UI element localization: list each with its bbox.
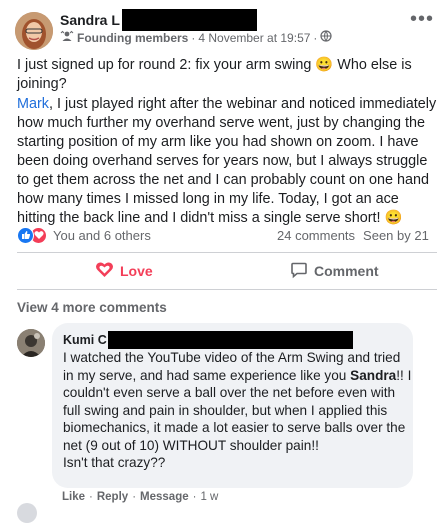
- comment-reply-link[interactable]: Reply: [97, 491, 128, 503]
- post-paragraph-2: Mark, I just played right after the webi…: [17, 95, 437, 228]
- comments-count[interactable]: 24 comments: [277, 228, 355, 243]
- globe-icon: [320, 30, 333, 45]
- comment-text: I watched the YouTube video of the Arm S…: [63, 349, 413, 472]
- comment-like-link[interactable]: Like: [62, 491, 85, 503]
- heart-icon: [95, 261, 114, 282]
- mention-link[interactable]: Mark: [17, 96, 49, 112]
- comment-time[interactable]: 1 w: [200, 491, 218, 503]
- comment-label: Comment: [314, 263, 379, 279]
- group-badge-icon: [60, 30, 74, 45]
- love-button[interactable]: Love: [95, 258, 153, 284]
- comment-button[interactable]: Comment: [290, 258, 379, 284]
- author-line: Sandra L: [60, 9, 257, 31]
- author-name[interactable]: Sandra L: [60, 12, 120, 28]
- comment-message-link[interactable]: Message: [140, 491, 189, 503]
- redaction-bar: [121, 9, 257, 31]
- reactions-count: You and 6 others: [53, 227, 151, 243]
- comment-author: Kumi C: [63, 331, 353, 349]
- comment-actions-separator: ·: [132, 491, 137, 503]
- comment-actions: Like · Reply · Message · 1 w: [62, 491, 218, 503]
- redaction-bar: [107, 331, 353, 349]
- comment-text-part: Isn't that crazy??: [63, 455, 166, 470]
- post-paragraph-1: I just signed up for round 2: fix your a…: [17, 57, 412, 92]
- like-reaction-icon: [17, 226, 34, 244]
- author-avatar[interactable]: [15, 12, 53, 50]
- comment-actions-separator: ·: [192, 491, 197, 503]
- meta-separator: ·: [313, 30, 318, 45]
- commenter-avatar[interactable]: [17, 329, 45, 357]
- post-card: Sandra L Founding members · 4 November a…: [0, 0, 437, 523]
- comment-mention[interactable]: Sandra: [350, 368, 396, 383]
- post-paragraph-2-text: , I just played right after the webinar …: [17, 96, 437, 226]
- reactions-summary[interactable]: You and 6 others: [17, 225, 151, 245]
- divider: [17, 289, 437, 290]
- comment-actions-separator: ·: [89, 491, 93, 503]
- seen-by-count[interactable]: Seen by 21: [363, 228, 429, 243]
- divider: [17, 252, 437, 253]
- love-label: Love: [120, 263, 153, 279]
- post-meta: Founding members · 4 November at 19:57 ·: [60, 30, 333, 45]
- member-badge[interactable]: Founding members: [77, 31, 188, 45]
- post-stats: 24 comments Seen by 21: [277, 225, 429, 245]
- more-options-icon[interactable]: •••: [407, 8, 437, 32]
- view-more-comments-link[interactable]: View 4 more comments: [17, 300, 167, 315]
- post-timestamp[interactable]: 4 November at 19:57: [198, 31, 310, 45]
- comment-author-name[interactable]: Kumi C: [63, 333, 107, 347]
- comment-bubble: Kumi C I watched the YouTube video of th…: [52, 323, 413, 488]
- next-commenter-avatar[interactable]: [17, 503, 37, 523]
- comment-icon: [290, 261, 308, 282]
- meta-separator: ·: [191, 30, 196, 45]
